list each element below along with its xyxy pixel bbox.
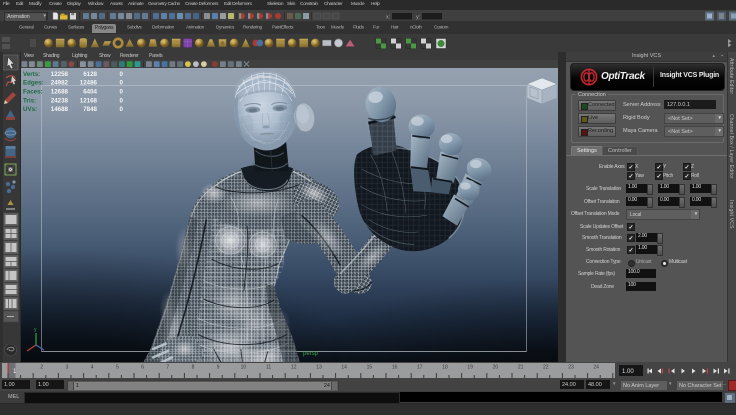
svg-text:8: 8 bbox=[192, 365, 195, 371]
svg-text:16: 16 bbox=[392, 365, 398, 371]
svg-text:10: 10 bbox=[241, 365, 247, 371]
svg-text:0: 0 bbox=[120, 89, 124, 96]
svg-text:12688: 12688 bbox=[51, 89, 69, 96]
svg-text:Edges:: Edges: bbox=[23, 80, 44, 87]
svg-text:7848: 7848 bbox=[83, 106, 97, 113]
svg-text:Tris:: Tris: bbox=[23, 98, 36, 105]
svg-text:24: 24 bbox=[593, 365, 599, 371]
svg-text:17: 17 bbox=[417, 365, 423, 371]
svg-text:23: 23 bbox=[568, 365, 574, 371]
svg-text:18: 18 bbox=[442, 365, 448, 371]
svg-text:11: 11 bbox=[266, 365, 271, 371]
svg-text:12486: 12486 bbox=[80, 80, 98, 87]
svg-text:22: 22 bbox=[543, 365, 549, 371]
svg-text:12168: 12168 bbox=[80, 98, 98, 105]
svg-text:x:: x: bbox=[386, 15, 391, 21]
svg-text:0: 0 bbox=[120, 80, 124, 87]
svg-text:20: 20 bbox=[493, 365, 499, 371]
svg-text:persp: persp bbox=[303, 351, 319, 357]
svg-text:0: 0 bbox=[120, 98, 124, 105]
svg-text:12258: 12258 bbox=[51, 71, 69, 78]
svg-text:0: 0 bbox=[120, 71, 124, 78]
svg-text:21: 21 bbox=[518, 365, 524, 371]
svg-text:9: 9 bbox=[217, 365, 220, 371]
svg-text:1.00: 1.00 bbox=[622, 369, 634, 375]
svg-text:14688: 14688 bbox=[51, 106, 69, 113]
svg-text:6128: 6128 bbox=[83, 71, 97, 78]
svg-text:6404: 6404 bbox=[83, 89, 97, 96]
svg-text:12: 12 bbox=[291, 365, 297, 371]
svg-text:Faces:: Faces: bbox=[23, 89, 43, 96]
svg-text:5: 5 bbox=[116, 365, 119, 371]
svg-text:19: 19 bbox=[467, 365, 473, 371]
svg-text:24982: 24982 bbox=[51, 80, 69, 87]
svg-text:7: 7 bbox=[166, 365, 169, 371]
svg-text:y:: y: bbox=[416, 15, 421, 21]
svg-text:13: 13 bbox=[316, 365, 322, 371]
svg-text:UVs:: UVs: bbox=[23, 106, 37, 113]
svg-text:4: 4 bbox=[91, 365, 94, 371]
svg-text:15: 15 bbox=[367, 365, 373, 371]
svg-text:14: 14 bbox=[341, 365, 347, 371]
svg-text:3: 3 bbox=[66, 365, 69, 371]
svg-text:2: 2 bbox=[40, 365, 43, 371]
svg-text:24238: 24238 bbox=[51, 98, 69, 105]
svg-text:Verts:: Verts: bbox=[23, 71, 40, 78]
svg-text:0: 0 bbox=[120, 106, 124, 113]
svg-text:6: 6 bbox=[141, 365, 144, 371]
